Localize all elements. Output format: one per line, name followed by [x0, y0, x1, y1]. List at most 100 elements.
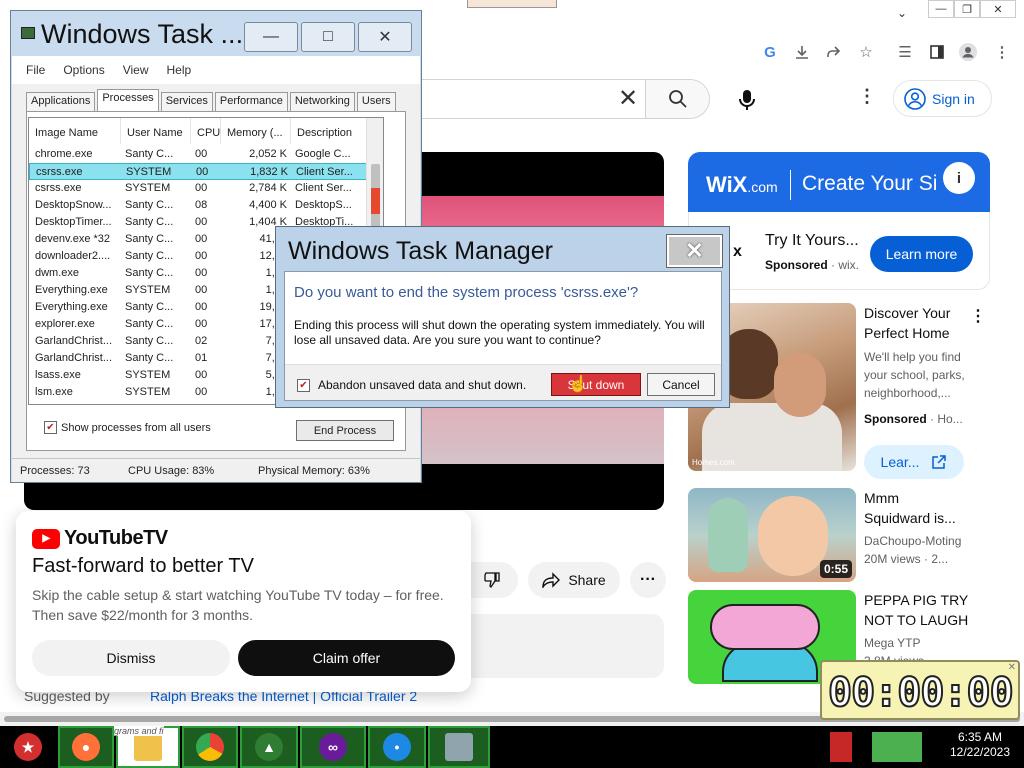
- peppa-title-1[interactable]: PEPPA PIG TRY: [864, 590, 968, 610]
- cell-user: SYSTEM: [125, 284, 171, 296]
- dialog-close-button[interactable]: ✕: [666, 234, 723, 268]
- cell-name: csrss.exe: [36, 166, 83, 178]
- sidebar-icon[interactable]: [927, 42, 947, 62]
- col-description[interactable]: Description: [291, 118, 369, 144]
- table-row[interactable]: chrome.exe Santy C... 00 2,052 K Google C...: [29, 146, 367, 163]
- tab-processes[interactable]: Processes: [97, 89, 159, 111]
- cell-cpu: 00: [195, 301, 208, 313]
- settings-menu-icon[interactable]: ⋮: [858, 86, 876, 107]
- homes-ad-title-2[interactable]: Perfect Home: [864, 323, 950, 343]
- dismiss-button[interactable]: Dismiss: [32, 640, 230, 676]
- taskbar-garland[interactable]: ▲: [240, 726, 298, 768]
- more-actions-button[interactable]: ···: [630, 562, 666, 598]
- bookmark-star-icon[interactable]: ☆: [856, 42, 876, 62]
- share-icon[interactable]: [824, 42, 844, 62]
- cell-desc: Client Ser...: [295, 182, 352, 194]
- squidward-thumbnail[interactable]: 0:55: [688, 488, 856, 582]
- cell-cpu: 00: [195, 216, 208, 228]
- sign-in-button[interactable]: Sign in: [893, 80, 992, 117]
- tab-applications[interactable]: Applications: [26, 92, 96, 111]
- peppa-title-2[interactable]: NOT TO LAUGH: [864, 610, 968, 630]
- col-image-name[interactable]: Image Name: [29, 118, 121, 144]
- table-row[interactable]: DesktopSnow... Santy C... 08 4,400 K Desktop…: [29, 197, 367, 214]
- cell-name: lsm.exe: [35, 386, 73, 398]
- menu-options[interactable]: Options: [63, 63, 104, 77]
- account-icon: [904, 87, 926, 110]
- description-box[interactable]: [440, 614, 664, 678]
- checkbox-checked-icon[interactable]: ✔: [297, 378, 310, 392]
- menu-icon[interactable]: ⋮: [992, 42, 1012, 62]
- download-icon[interactable]: [792, 42, 812, 62]
- taskbar-chrome[interactable]: [182, 726, 238, 768]
- homes-more-icon[interactable]: ⋮: [970, 306, 986, 326]
- google-icon[interactable]: G: [760, 42, 780, 62]
- system-tray[interactable]: [830, 728, 938, 766]
- restore-button[interactable]: ❐: [954, 0, 980, 18]
- voice-search-button[interactable]: [728, 82, 766, 118]
- col-cpu[interactable]: CPU: [191, 118, 221, 144]
- table-row[interactable]: csrss.exe SYSTEM 00 2,784 K Client Ser...: [29, 180, 367, 197]
- search-button[interactable]: [645, 80, 709, 118]
- squidward-views: 20M views · 2...: [864, 552, 949, 566]
- tray-network-icon[interactable]: [872, 732, 922, 762]
- share-button[interactable]: Share: [528, 562, 620, 598]
- wix-ad-x: x: [733, 243, 742, 260]
- menu-bar: File Options View Help: [12, 56, 420, 84]
- cell-user: Santy C...: [125, 199, 174, 211]
- abandon-data-checkbox[interactable]: ✔ Abandon unsaved data and shut down.: [297, 378, 526, 392]
- checkbox-checked-icon[interactable]: ✔: [44, 421, 57, 434]
- tab-services[interactable]: Services: [160, 92, 213, 111]
- tab-performance[interactable]: Performance: [214, 92, 288, 111]
- wix-ad-headline[interactable]: Try It Yours...: [765, 232, 859, 250]
- search-box[interactable]: ✕: [418, 79, 710, 119]
- wix-learn-more-button[interactable]: Learn more: [870, 236, 973, 272]
- taskbar-firefox[interactable]: ●: [58, 726, 114, 768]
- menu-help[interactable]: Help: [167, 63, 192, 77]
- table-row[interactable]: csrss.exe SYSTEM 00 1,832 K Client Ser...: [29, 163, 367, 180]
- col-memory[interactable]: Memory (...: [221, 118, 291, 144]
- menu-view[interactable]: View: [123, 63, 149, 77]
- tray-flag-icon[interactable]: [830, 732, 852, 762]
- show-all-processes[interactable]: ✔ Show processes from all users: [44, 421, 211, 434]
- cell-user: Santy C...: [125, 318, 174, 330]
- promo-headline: Fast-forward to better TV: [32, 555, 254, 577]
- wix-logo: WiX.com: [706, 172, 778, 197]
- tab-networking[interactable]: Networking: [289, 92, 355, 111]
- tab-users[interactable]: Users: [356, 92, 396, 111]
- promo-body-2: Then save $22/month for 3 months.: [32, 607, 254, 623]
- media-icon[interactable]: ☰: [895, 42, 915, 62]
- taskbar-task-manager[interactable]: [428, 726, 490, 768]
- cell-name: downloader2....: [35, 250, 111, 262]
- shut-down-button[interactable]: Shut down: [551, 373, 641, 396]
- start-button[interactable]: ★: [0, 726, 56, 768]
- cell-user: SYSTEM: [125, 182, 171, 194]
- menu-file[interactable]: File: [26, 63, 45, 77]
- squidward-title-2[interactable]: Squidward is...: [864, 508, 956, 528]
- close-button[interactable]: ✕: [358, 22, 412, 52]
- squidward-title-1[interactable]: Mmm: [864, 488, 899, 508]
- task-manager-titlebar[interactable]: Windows Task ... — □ ✕: [11, 11, 421, 57]
- minimize-button[interactable]: —: [244, 22, 298, 52]
- dislike-button[interactable]: [466, 562, 518, 598]
- browser-tab[interactable]: [467, 0, 557, 8]
- close-button[interactable]: ✕: [980, 0, 1016, 18]
- cancel-button[interactable]: Cancel: [647, 373, 715, 396]
- taskbar-clock[interactable]: 6:35 AM 12/22/2023: [940, 730, 1020, 760]
- taskbar-messenger[interactable]: •: [368, 726, 426, 768]
- homes-learn-more-button[interactable]: Lear...: [864, 445, 964, 479]
- youtube-tv-logo: ▶ YouTubeTV: [32, 527, 168, 550]
- taskbar-visual-studio[interactable]: ∞: [300, 726, 366, 768]
- chevron-down-icon[interactable]: ⌄: [897, 6, 907, 20]
- claim-offer-button[interactable]: Claim offer: [238, 640, 455, 676]
- homes-ad-title-1[interactable]: Discover Your: [864, 303, 950, 323]
- minimize-button[interactable]: —: [928, 0, 954, 18]
- maximize-button[interactable]: □: [301, 22, 355, 52]
- col-user-name[interactable]: User Name: [121, 118, 191, 144]
- clear-search-icon[interactable]: ✕: [618, 87, 638, 111]
- info-icon[interactable]: i: [943, 162, 975, 194]
- video-duration: 0:55: [819, 560, 852, 578]
- homes-tag: Homes.com: [692, 458, 735, 467]
- profile-icon[interactable]: [958, 42, 978, 62]
- end-process-button[interactable]: End Process: [296, 420, 394, 441]
- desktop-timer[interactable]: ✕ 00:00:00: [820, 660, 1020, 720]
